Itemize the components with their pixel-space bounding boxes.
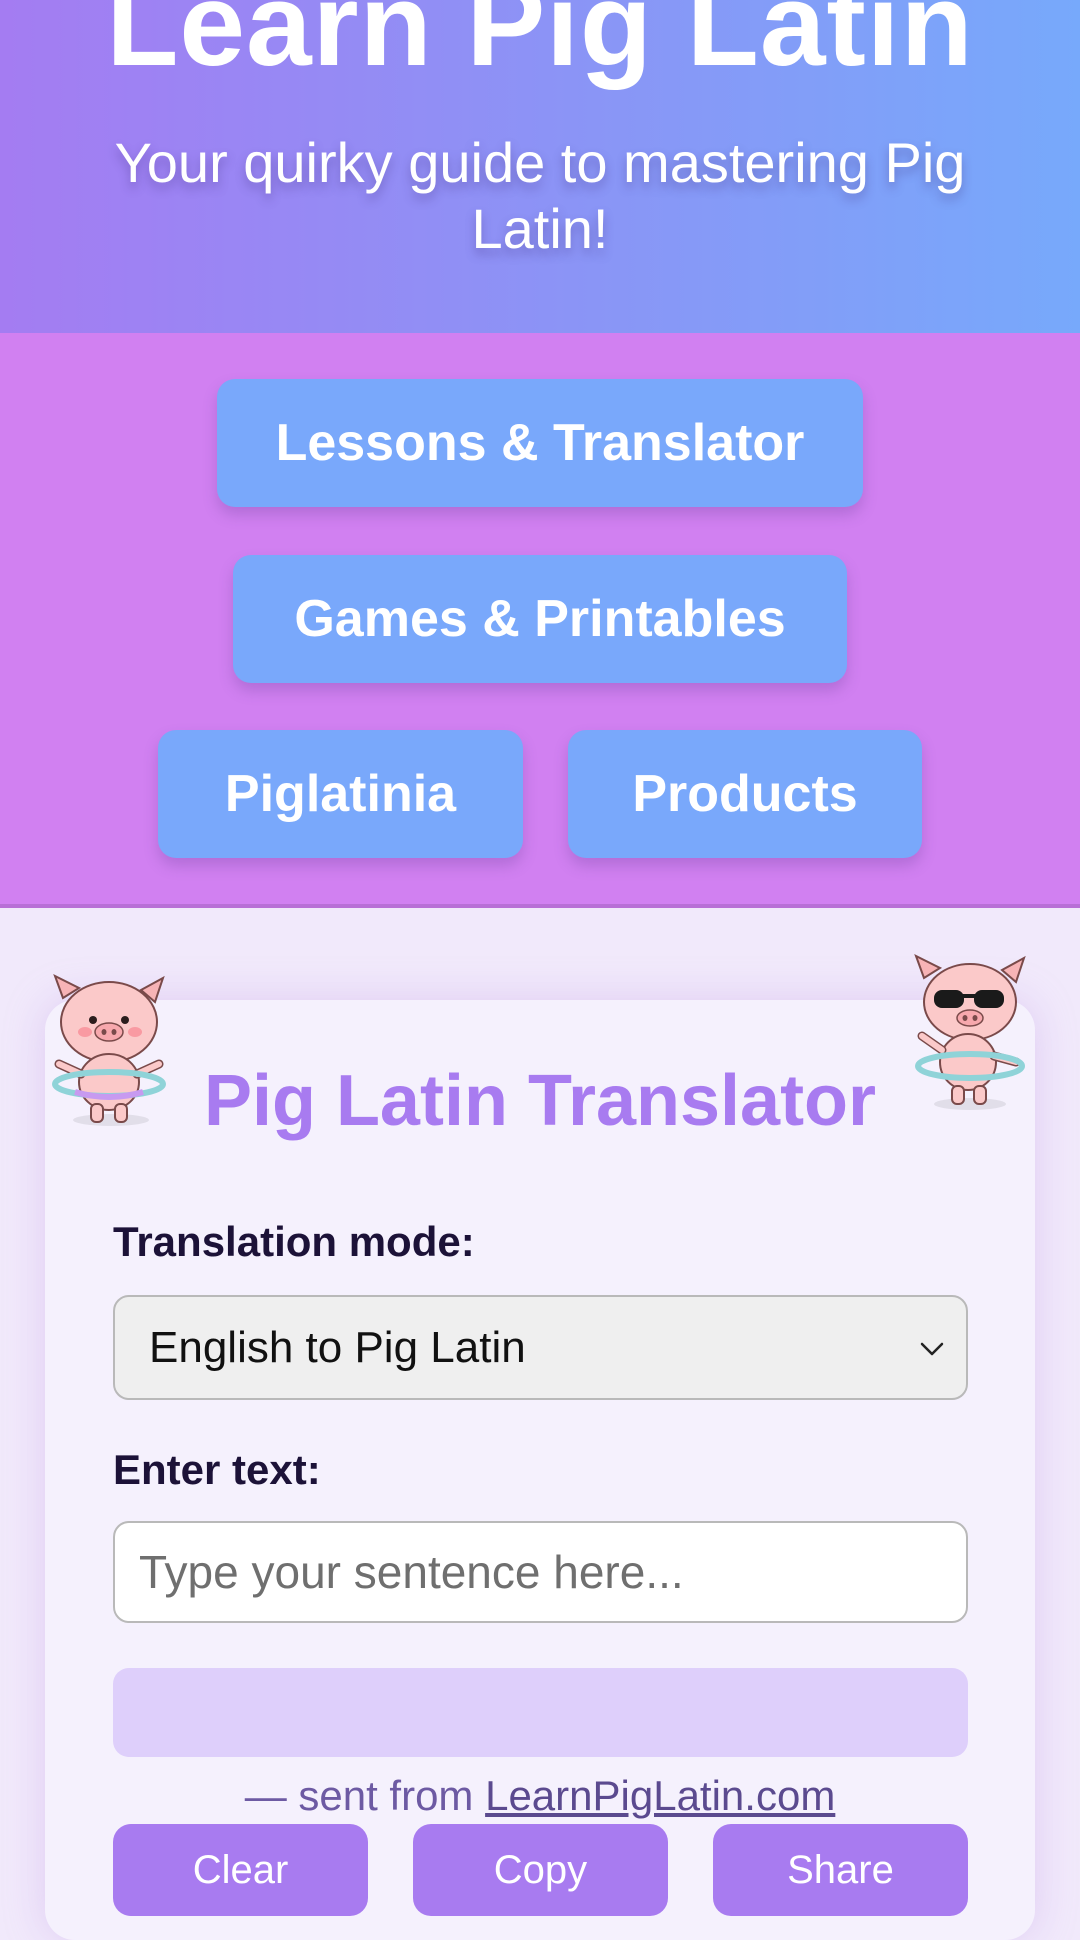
chevron-down-icon: [920, 1342, 944, 1356]
nav-piglatinia-button[interactable]: Piglatinia: [158, 730, 523, 858]
nav-products-button[interactable]: Products: [568, 730, 922, 858]
nav-games-printables-button[interactable]: Games & Printables: [233, 555, 847, 683]
translation-output: [113, 1668, 968, 1757]
site-header: Learn Pig Latin Your quirky guide to mas…: [0, 0, 1080, 333]
main-nav: Lessons & Translator Games & Printables …: [0, 333, 1080, 908]
translator-title: Pig Latin Translator: [203, 1061, 877, 1141]
translation-mode-value: English to Pig Latin: [149, 1322, 526, 1372]
clear-button[interactable]: Clear: [113, 1824, 368, 1916]
nav-lessons-translator-button[interactable]: Lessons & Translator: [217, 379, 863, 507]
translation-mode-label: Translation mode:: [113, 1218, 475, 1265]
copy-button[interactable]: Copy: [413, 1824, 668, 1916]
sent-from-prefix: — sent from: [244, 1772, 486, 1819]
share-button[interactable]: Share: [713, 1824, 968, 1916]
enter-text-label: Enter text:: [113, 1446, 321, 1493]
site-title: Learn Pig Latin: [106, 0, 974, 91]
translation-mode-select[interactable]: English to Pig Latin: [113, 1295, 968, 1400]
sentence-input[interactable]: [113, 1521, 968, 1623]
site-tagline: Your quirky guide to mastering Pig Latin…: [114, 131, 966, 260]
site-link[interactable]: LearnPigLatin.com: [485, 1772, 835, 1819]
sent-from-note: — sent from LearnPigLatin.com: [0, 1772, 1080, 1820]
